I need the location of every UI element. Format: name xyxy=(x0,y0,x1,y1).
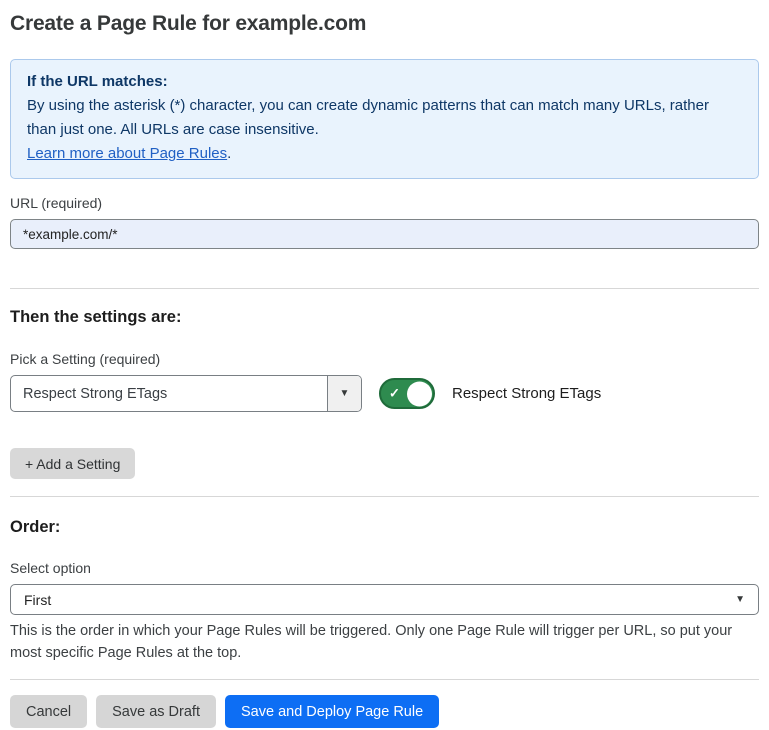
order-section-heading: Order: xyxy=(10,518,759,537)
link-suffix: . xyxy=(227,145,231,162)
setting-select-caret-button[interactable]: ▼ xyxy=(327,376,361,411)
setting-select[interactable]: Respect Strong ETags ▼ xyxy=(10,375,362,412)
divider xyxy=(10,496,759,497)
etags-toggle[interactable]: ✓ xyxy=(379,378,435,409)
info-box-link-line: Learn more about Page Rules. xyxy=(27,142,742,166)
url-field-label: URL (required) xyxy=(10,195,759,211)
setting-row: Respect Strong ETags ▼ ✓ Respect Strong … xyxy=(10,375,759,412)
cancel-button[interactable]: Cancel xyxy=(10,695,87,728)
footer-actions: Cancel Save as Draft Save and Deploy Pag… xyxy=(10,695,759,728)
url-matches-info-box: If the URL matches: By using the asteris… xyxy=(10,59,759,179)
learn-more-link[interactable]: Learn more about Page Rules xyxy=(27,145,227,162)
chevron-down-icon: ▼ xyxy=(340,389,350,399)
divider xyxy=(10,679,759,680)
chevron-down-icon: ▼ xyxy=(735,595,745,605)
check-icon: ✓ xyxy=(389,385,400,401)
save-as-draft-button[interactable]: Save as Draft xyxy=(96,695,216,728)
settings-section-heading: Then the settings are: xyxy=(10,308,759,327)
info-box-body: By using the asterisk (*) character, you… xyxy=(27,94,742,142)
divider xyxy=(10,288,759,289)
page-title: Create a Page Rule for example.com xyxy=(10,12,759,36)
order-help-text: This is the order in which your Page Rul… xyxy=(10,621,759,664)
save-and-deploy-button[interactable]: Save and Deploy Page Rule xyxy=(225,695,439,728)
add-setting-button[interactable]: + Add a Setting xyxy=(10,448,135,479)
url-input[interactable] xyxy=(10,219,759,249)
order-select[interactable]: First ▼ xyxy=(10,584,759,615)
pick-setting-label: Pick a Setting (required) xyxy=(10,351,759,367)
toggle-label: Respect Strong ETags xyxy=(452,385,601,402)
toggle-knob xyxy=(407,381,432,406)
setting-select-value: Respect Strong ETags xyxy=(11,376,327,411)
create-page-rule-panel: Create a Page Rule for example.com If th… xyxy=(0,12,769,728)
order-select-value: First xyxy=(24,592,51,608)
order-select-label: Select option xyxy=(10,560,759,576)
info-box-heading: If the URL matches: xyxy=(27,70,742,94)
